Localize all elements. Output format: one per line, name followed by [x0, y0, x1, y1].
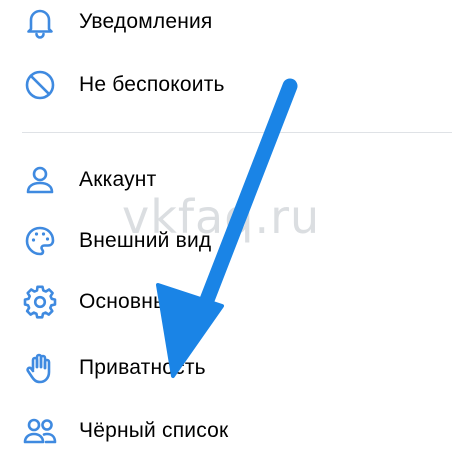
- menu-item-label: Приватность: [79, 356, 206, 379]
- do-not-disturb-icon: [22, 67, 58, 103]
- menu-item-blacklist[interactable]: Чёрный список: [0, 403, 474, 459]
- menu-item-label: Не беспокоить: [79, 73, 225, 96]
- users-icon: [22, 413, 58, 449]
- settings-menu: Уведомления Не беспокоить Аккаунт Внешни…: [0, 0, 474, 454]
- palette-icon: [22, 223, 58, 259]
- menu-item-appearance[interactable]: Внешний вид: [0, 213, 474, 269]
- menu-item-label: Чёрный список: [79, 419, 229, 442]
- gear-icon: [22, 284, 58, 320]
- menu-item-label: Основные: [79, 290, 181, 313]
- user-icon: [22, 162, 58, 198]
- menu-item-do-not-disturb[interactable]: Не беспокоить: [0, 57, 474, 113]
- menu-item-label: Аккаунт: [79, 168, 157, 191]
- divider: [22, 132, 452, 133]
- menu-item-label: Внешний вид: [79, 229, 212, 252]
- menu-item-general[interactable]: Основные: [0, 274, 474, 330]
- menu-item-privacy[interactable]: Приватность: [0, 340, 474, 396]
- menu-item-label: Уведомления: [79, 10, 213, 33]
- hand-icon: [22, 350, 58, 386]
- bell-icon: [22, 4, 58, 40]
- menu-item-account[interactable]: Аккаунт: [0, 152, 474, 208]
- menu-item-notifications[interactable]: Уведомления: [0, 0, 474, 50]
